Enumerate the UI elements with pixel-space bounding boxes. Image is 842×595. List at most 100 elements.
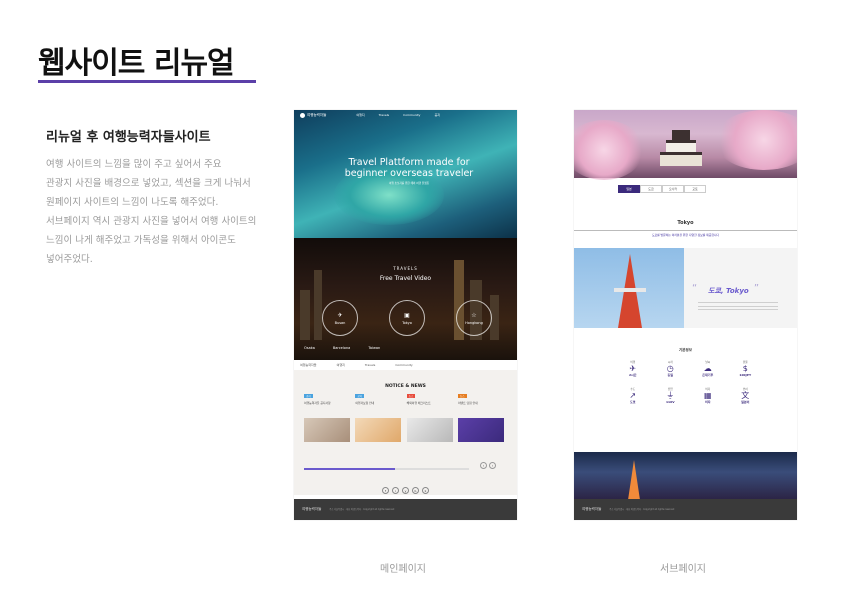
tower-glow: [628, 460, 640, 500]
info-value: 동일: [667, 373, 674, 377]
description-line: 서브페이지 역시 관광지 사진을 넣어서 여행 사이트의: [46, 216, 257, 227]
footer-text: 주소 서울특별시 · 대표 여행능력자 · Copyright all righ…: [609, 508, 675, 511]
description-line: 여행 사이트의 느낌을 많이 주고 싶어서 주요: [46, 159, 222, 170]
tab-tokyo[interactable]: 도쿄: [640, 185, 662, 193]
info-value: 비자: [704, 400, 711, 404]
sub-page-mockup: 일본 도쿄 오사카 교토 Tokyo 도쿄를 방문하는 여러분을 위한 다양한 …: [574, 110, 797, 520]
info-value: 100JPY: [739, 373, 752, 377]
info-value: 110V: [665, 400, 675, 404]
video-icon: ▣: [404, 311, 410, 319]
info-icon-grid: 비행 ✈ 2시간 시차 ◷ 동일 날씨 ☁ 온대기후 환율 $100JPY 수도 ↗ 도쿄 전압 ⏚…: [614, 360, 764, 404]
instagram-icon[interactable]: i: [392, 487, 399, 494]
visa-icon: ▦: [703, 391, 712, 400]
blog-icon[interactable]: b: [412, 487, 419, 494]
notice-list: 공지 여행능력자들 공지사항 공지 여행자보험 안내 뉴스 해외여행 체크리스트…: [304, 394, 504, 405]
destination-hexes: ✈ Busan ▣ Tokyo ☆ Hongkong: [322, 300, 492, 336]
site-logo[interactable]: 여행능력자들: [300, 112, 326, 118]
description-line: 원페이지 사이트의 느낌이 나도록 해주었다.: [46, 197, 219, 208]
nav-item[interactable]: Travels: [365, 363, 375, 367]
tab-japan[interactable]: 일본: [618, 185, 640, 193]
notice-item[interactable]: 공지 여행능력자들 공지사항: [304, 394, 350, 405]
info-item: 수도 ↗ 도쿄: [614, 387, 652, 404]
city-link[interactable]: Barcelona: [333, 346, 350, 350]
nav-item[interactable]: Travels: [379, 113, 389, 117]
news-thumbnail[interactable]: [304, 418, 350, 442]
notice-text: 여행능력자들 공지사항: [304, 401, 331, 405]
sub-page-caption: 서브페이지: [660, 564, 706, 575]
divider: [574, 230, 797, 231]
destination-hex[interactable]: ▣ Tokyo: [389, 300, 425, 336]
tab-kyoto[interactable]: 교토: [684, 185, 706, 193]
notice-text: 해외여행 체크리스트: [406, 401, 431, 405]
weather-icon: ☁: [703, 364, 712, 373]
description-line: 넣어주었다.: [46, 254, 93, 265]
section-subtitle: 리뉴얼 후 여행능력자들사이트: [46, 130, 211, 145]
info-item: 날씨 ☁ 온대기후: [689, 360, 727, 377]
info-item: 언어 文 일본어: [727, 387, 765, 404]
site-footer: 여행능력자들 주소 서울특별시 · 대표 여행능력자 · Copyright a…: [294, 499, 517, 520]
sakura-castle-image: [574, 110, 797, 180]
castle-tier: [666, 140, 696, 152]
dollar-icon: $: [742, 364, 748, 373]
facebook-icon[interactable]: f: [382, 487, 389, 494]
nav-item[interactable]: Community: [403, 113, 420, 117]
sns-links: f i y b k: [294, 487, 517, 494]
logo-text[interactable]: 여행능력자들: [300, 363, 317, 367]
destination-label: Tokyo: [402, 320, 412, 325]
city-heading: Tokyo: [677, 220, 694, 226]
info-value: 일본어: [741, 400, 750, 404]
nav-item[interactable]: 여행지: [337, 363, 345, 367]
secondary-nav: 여행능력자들 여행지 Travels Community: [294, 360, 517, 370]
site-footer: 여행능력자들 주소 서울특별시 · 대표 여행능력자 · Copyright a…: [574, 499, 797, 520]
destination-hex[interactable]: ☆ Hongkong: [456, 300, 492, 336]
news-thumbnail[interactable]: [406, 418, 453, 442]
notice-tag: 뉴스: [406, 394, 416, 398]
city-link[interactable]: Osaka: [304, 346, 315, 350]
footer-logo: 여행능력자들: [582, 507, 602, 511]
city-name: 도쿄, Tokyo: [708, 287, 749, 295]
language-icon: 文: [741, 391, 750, 400]
destination-hex[interactable]: ✈ Busan: [322, 300, 358, 336]
progress-fill: [304, 468, 395, 470]
notice-item[interactable]: 뉴스 해외여행 체크리스트: [406, 394, 453, 405]
nav-item[interactable]: 여행지: [356, 113, 364, 117]
hero-ocean-image: 여행능력자들 여행지 Travels Community 공지 Travel P…: [294, 110, 517, 238]
tower-deck: [614, 288, 646, 292]
news-thumbnail[interactable]: [355, 418, 402, 442]
destination-label: Hongkong: [465, 320, 483, 325]
tokyo-skyline-image: [574, 452, 797, 502]
destination-label: Busan: [334, 320, 346, 325]
kakao-icon[interactable]: k: [422, 487, 429, 494]
castle-roof: [672, 130, 690, 140]
page-title: 웹사이트 리뉴얼: [38, 46, 235, 81]
notice-item[interactable]: 뉴스 이벤트 당첨 안내: [457, 394, 504, 405]
star-icon: ☆: [471, 311, 477, 319]
info-item: 환율 $100JPY: [727, 360, 765, 377]
info-value: 온대기후: [702, 373, 714, 377]
notice-item[interactable]: 공지 여행자보험 안내: [355, 394, 401, 405]
notice-tag: 공지: [355, 394, 364, 398]
info-item: 전압 ⏚ 110V: [652, 387, 690, 404]
night-city-section: TRAVELS Free Travel Video ✈ Busan ▣ Toky…: [294, 238, 517, 360]
city-link[interactable]: Taiwan: [368, 346, 380, 350]
quote-open-icon: “: [692, 283, 698, 294]
nav-item[interactable]: Community: [395, 363, 412, 367]
news-thumbnails: [304, 418, 504, 442]
main-page-mockup: 여행능력자들 여행지 Travels Community 공지 Travel P…: [294, 110, 517, 520]
prev-arrow-icon[interactable]: ‹: [480, 462, 487, 469]
youtube-icon[interactable]: y: [402, 487, 409, 494]
description: 여행 사이트의 느낌을 많이 주고 싶어서 주요 관광지 사진을 배경으로 넣었…: [46, 155, 271, 269]
nav-item[interactable]: 공지: [434, 113, 440, 117]
news-thumbnail[interactable]: [457, 418, 504, 442]
notice-text: 여행자보험 안내: [355, 401, 375, 405]
tab-osaka[interactable]: 오사카: [662, 185, 684, 193]
castle-tier: [660, 152, 702, 166]
info-item: 비행 ✈ 2시간: [614, 360, 652, 377]
hero-subtitle: 여행 초보자를 위한 해외 여행 플랫폼: [389, 182, 429, 185]
info-value: 2시간: [628, 373, 637, 377]
notice-tag: 뉴스: [457, 394, 467, 398]
next-arrow-icon[interactable]: ›: [489, 462, 496, 469]
description-line: 느낌이 나게 해주었고 가독성을 위해서 아이콘도: [46, 235, 236, 246]
info-item: 시차 ◷ 동일: [652, 360, 690, 377]
plane-icon: ✈: [629, 364, 637, 373]
